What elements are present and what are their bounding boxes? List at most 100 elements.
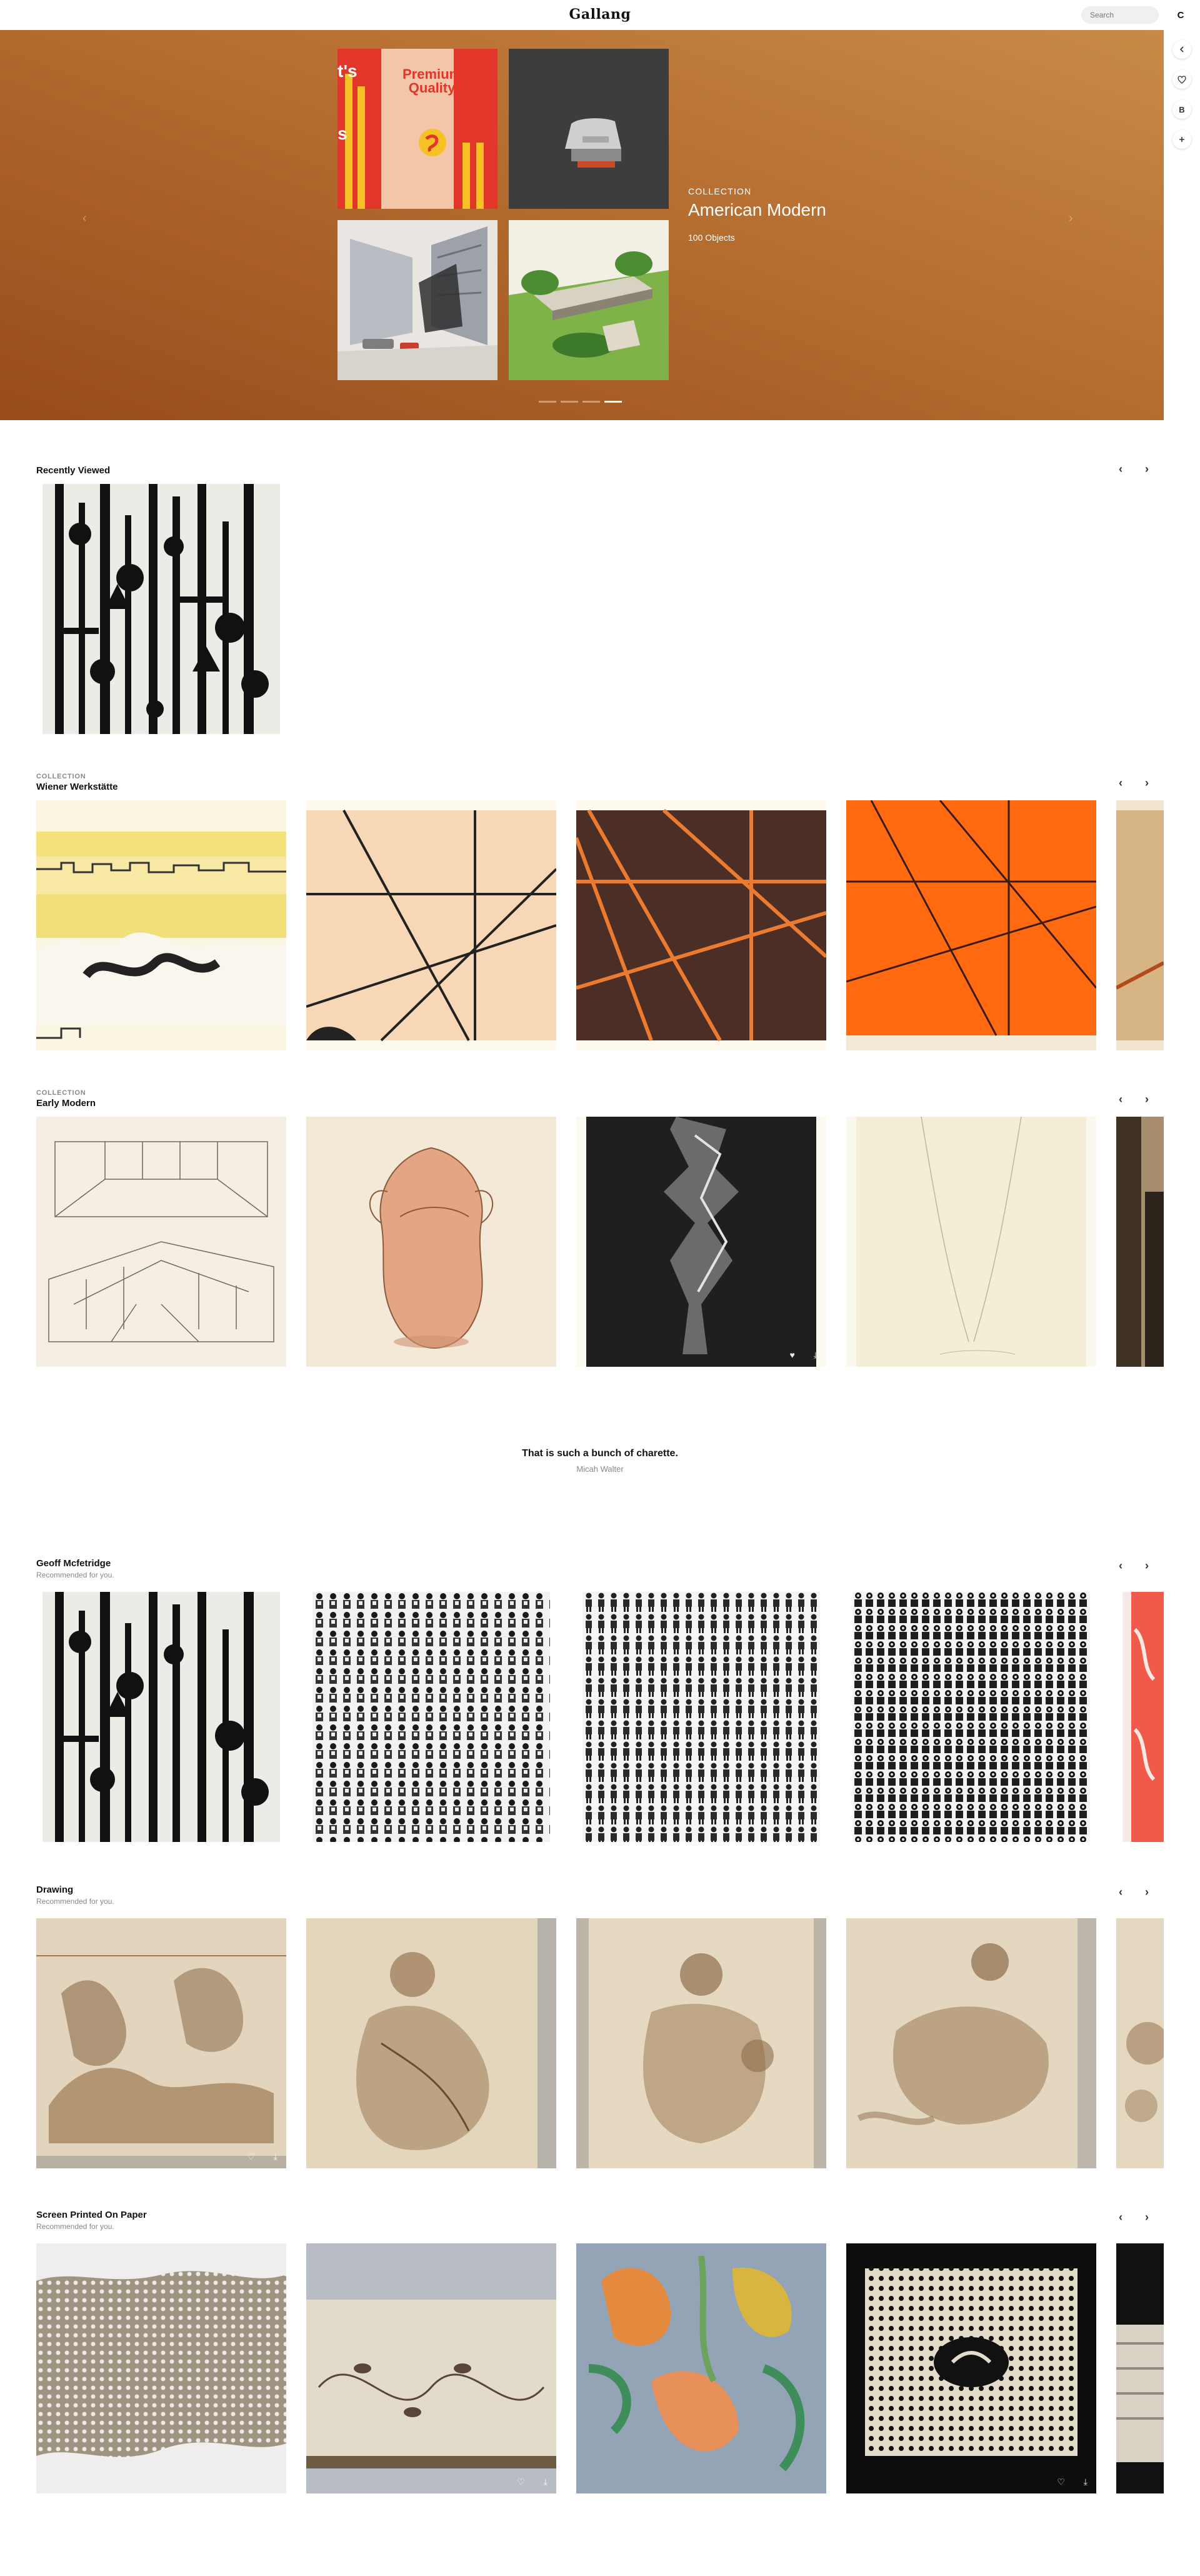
artwork-card[interactable] <box>306 800 556 1050</box>
heart-icon[interactable]: ♡ <box>517 2477 525 2487</box>
hero-object-count: 100 Objects <box>688 233 735 243</box>
section-title: Early Modern <box>36 1098 96 1109</box>
artwork-card[interactable] <box>576 2243 826 2493</box>
artwork-card-partial[interactable] <box>1116 800 1164 1050</box>
artwork-card[interactable] <box>42 1592 280 1842</box>
card-actions: ♡ ⤓ <box>517 2477 548 2487</box>
heart-icon[interactable] <box>1172 70 1191 89</box>
artwork-card-partial[interactable] <box>1116 2243 1164 2493</box>
artwork-card[interactable]: ♡ ⤓ <box>846 2243 1096 2493</box>
section-title: Drawing <box>36 1884 74 1895</box>
hero-prev-arrow-icon[interactable]: ‹ <box>82 211 87 226</box>
black-pattern-artwork <box>42 484 280 734</box>
next-arrow-icon[interactable]: › <box>1145 1559 1149 1572</box>
quote-text: That is such a bunch of charette. <box>522 1448 678 1459</box>
glass-photo-artwork <box>576 1117 826 1367</box>
sepia-drawing-artwork <box>846 1918 1096 2168</box>
artwork-card[interactable] <box>582 1592 820 1842</box>
carousel-dot[interactable] <box>582 401 600 403</box>
heart-icon[interactable]: ♡ <box>1057 2477 1065 2487</box>
heart-icon[interactable]: ♡ <box>247 2151 255 2162</box>
partial-artwork <box>1116 800 1164 1050</box>
prev-arrow-icon[interactable]: ‹ <box>1119 463 1122 476</box>
carousel-dot-active[interactable] <box>604 401 622 403</box>
artwork-card[interactable] <box>306 1117 556 1367</box>
crowd-pattern-artwork <box>582 1592 820 1842</box>
hero-next-arrow-icon[interactable]: › <box>1069 211 1073 226</box>
heart-icon[interactable]: ♥ <box>789 1350 794 1361</box>
sepia-drawing-artwork <box>576 1918 826 2168</box>
tile-fragment-a: t's <box>338 61 358 81</box>
floral-textile-artwork <box>576 2243 826 2493</box>
section-screen-printed: Screen Printed On Paper Recommended for … <box>0 2210 1164 2497</box>
prev-arrow-icon[interactable]: ‹ <box>1119 2211 1122 2224</box>
interior-sketch-artwork <box>36 1117 286 1367</box>
prev-arrow-icon[interactable]: ‹ <box>1119 1559 1122 1572</box>
premium-text: Premium <box>402 66 462 82</box>
download-icon[interactable]: ⤓ <box>1084 2477 1088 2487</box>
sepia-drawing-artwork <box>36 1918 286 2168</box>
sepia-drawing-artwork <box>306 1918 556 2168</box>
artwork-card[interactable]: ♥ ⤓ <box>576 1117 826 1367</box>
artwork-card[interactable] <box>42 484 280 734</box>
carousel-dot[interactable] <box>539 401 556 403</box>
hero-tile-street-sketch[interactable] <box>338 220 498 380</box>
artwork-card-partial[interactable] <box>1122 1592 1164 1842</box>
prev-arrow-icon[interactable]: ‹ <box>1119 1886 1122 1899</box>
avatar[interactable]: C <box>1171 6 1190 25</box>
artwork-card[interactable] <box>312 1592 550 1842</box>
artwork-card-partial[interactable] <box>1116 1918 1164 2168</box>
orange-lines-artwork <box>846 800 1096 1050</box>
next-arrow-icon[interactable]: › <box>1145 1886 1149 1899</box>
artwork-card[interactable] <box>36 2243 286 2493</box>
pale-drawing-artwork <box>846 1117 1096 1367</box>
hero-collection-title[interactable]: American Modern <box>688 200 826 220</box>
hero-collection-kicker: COLLECTION <box>688 186 752 196</box>
brown-orange-lines-artwork <box>576 800 826 1050</box>
next-arrow-icon[interactable]: › <box>1145 777 1149 790</box>
artwork-card[interactable] <box>36 1117 286 1367</box>
collapse-chevron-icon[interactable] <box>1172 40 1191 59</box>
card-actions: ♥ ⤓ <box>789 1350 818 1361</box>
black-pattern-artwork <box>42 1592 280 1842</box>
building-rendering-artwork <box>509 220 669 380</box>
carousel-dot[interactable] <box>561 401 578 403</box>
artwork-card[interactable] <box>846 800 1096 1050</box>
download-icon[interactable]: ⤓ <box>814 1350 818 1361</box>
hero-tile-premium-quality[interactable]: Premium Quality t's s <box>338 49 498 209</box>
next-arrow-icon[interactable]: › <box>1145 2211 1149 2224</box>
embroidery-artwork <box>306 2243 556 2493</box>
section-title: Wiener Werkstätte <box>36 782 118 792</box>
artwork-card[interactable]: ♡ ⤓ <box>306 2243 556 2493</box>
peach-lines-artwork <box>306 800 556 1050</box>
artwork-card[interactable] <box>576 800 826 1050</box>
artwork-card[interactable] <box>36 800 286 1050</box>
artwork-card[interactable] <box>846 1918 1096 2168</box>
next-arrow-icon[interactable]: › <box>1145 1093 1149 1106</box>
hero-tile-dark-object[interactable] <box>509 49 669 209</box>
street-sketch-artwork <box>338 220 498 380</box>
artwork-card[interactable] <box>306 1918 556 2168</box>
prev-arrow-icon[interactable]: ‹ <box>1119 777 1122 790</box>
prev-arrow-icon[interactable]: ‹ <box>1119 1093 1122 1106</box>
artwork-card[interactable] <box>852 1592 1090 1842</box>
card-actions: ♡ ⤓ <box>247 2151 278 2162</box>
artwork-card[interactable] <box>576 1918 826 2168</box>
add-plus-icon[interactable] <box>1172 130 1191 149</box>
hero-tile-building-rendering[interactable] <box>509 220 669 380</box>
brand-logo[interactable]: Gallang <box>0 6 1200 23</box>
partial-artwork <box>1116 1918 1164 2168</box>
card-actions: ♡ ⤓ <box>1057 2477 1088 2487</box>
dark-object-artwork <box>509 49 669 209</box>
download-icon[interactable]: ⤓ <box>274 2151 278 2162</box>
board-b-button[interactable]: B <box>1172 100 1191 119</box>
section-title: Geoff Mcfetridge <box>36 1558 111 1569</box>
artwork-card[interactable] <box>846 1117 1096 1367</box>
next-arrow-icon[interactable]: › <box>1145 463 1149 476</box>
partial-artwork <box>1116 2243 1164 2493</box>
section-kicker: COLLECTION <box>36 1089 86 1097</box>
search-input[interactable] <box>1081 6 1159 24</box>
artwork-card-partial[interactable] <box>1116 1117 1164 1367</box>
artwork-card[interactable]: ♡ ⤓ <box>36 1918 286 2168</box>
download-icon[interactable]: ⤓ <box>544 2477 548 2487</box>
